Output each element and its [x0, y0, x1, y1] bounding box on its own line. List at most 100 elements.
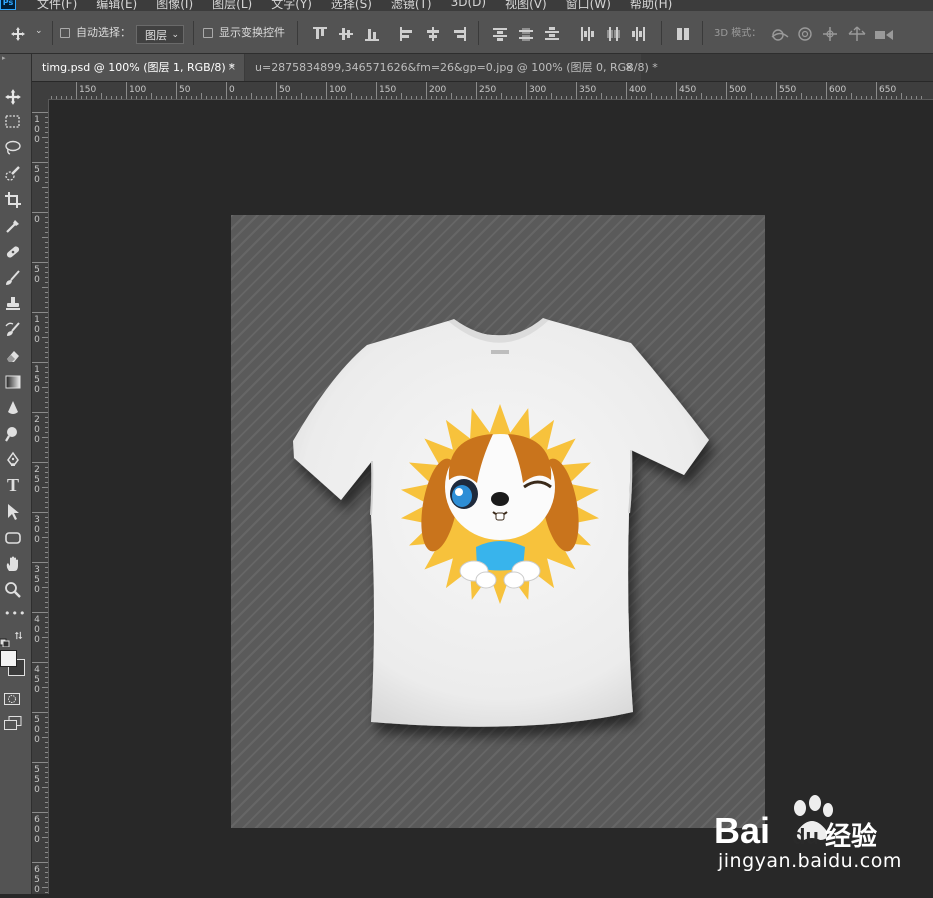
distribute-vcenter-icon[interactable]: [519, 27, 533, 41]
ruler-minor-tick: [42, 737, 48, 738]
distribute-left-icon[interactable]: [580, 27, 594, 41]
ruler-minor-tick: [836, 96, 837, 99]
3d-slide-icon[interactable]: [848, 26, 866, 46]
history-brush-tool[interactable]: [0, 319, 31, 339]
ruler-minor-tick: [45, 672, 48, 673]
ruler-minor-tick: [886, 96, 887, 99]
ruler-minor-tick: [91, 96, 92, 99]
swap-colors-icon[interactable]: ⮁: [14, 631, 22, 642]
menu-item[interactable]: 选择(S): [331, 0, 372, 11]
ruler-minor-tick: [45, 242, 48, 243]
distribute-hcenter-icon[interactable]: [606, 27, 620, 41]
align-left-icon[interactable]: [400, 27, 414, 41]
menu-item[interactable]: 3D(D): [451, 0, 486, 11]
pen-tool[interactable]: [0, 449, 31, 469]
auto-select-checkbox[interactable]: 自动选择：: [60, 24, 131, 40]
3d-orbit-icon[interactable]: [770, 27, 790, 46]
ruler-minor-tick: [806, 96, 807, 99]
close-icon[interactable]: ×: [228, 54, 236, 81]
menu-item[interactable]: 文件(F): [37, 0, 77, 11]
align-vcenter-icon[interactable]: [339, 27, 353, 41]
auto-align-icon[interactable]: [676, 27, 690, 41]
distribute-bottom-icon[interactable]: [545, 27, 559, 41]
show-transform-checkbox[interactable]: 显示变换控件: [203, 24, 285, 40]
tab-timg-psd[interactable]: timg.psd @ 100% (图层 1, RGB/8) * ×: [32, 54, 244, 81]
healing-brush-tool[interactable]: [0, 241, 31, 261]
ruler-tick: [826, 82, 827, 99]
path-select-tool[interactable]: [0, 501, 31, 521]
ruler-minor-tick: [631, 96, 632, 99]
ruler-minor-tick: [45, 717, 48, 718]
ruler-minor-tick: [231, 96, 232, 99]
ruler-label: 150: [79, 85, 97, 95]
menu-item[interactable]: 窗口(W): [566, 0, 611, 11]
menu-item[interactable]: 文字(Y): [271, 0, 312, 11]
zoom-tool[interactable]: [0, 579, 31, 599]
lasso-tool[interactable]: [0, 137, 31, 157]
ruler-minor-tick: [356, 96, 357, 99]
gradient-tool[interactable]: [0, 371, 31, 391]
eraser-tool[interactable]: [0, 345, 31, 365]
move-icon[interactable]: [10, 26, 26, 46]
panel-collapse-icon[interactable]: ▸: [2, 54, 6, 62]
blur-tool[interactable]: [0, 397, 31, 417]
close-icon[interactable]: ×: [625, 54, 633, 81]
document-tab-bar: timg.psd @ 100% (图层 1, RGB/8) * × u=2875…: [32, 54, 933, 81]
ruler-tick: [876, 82, 877, 99]
ruler-minor-tick: [901, 93, 902, 99]
menu-item[interactable]: 图层(L): [212, 0, 252, 11]
clone-stamp-tool[interactable]: [0, 293, 31, 313]
ruler-minor-tick: [821, 96, 822, 99]
quick-mask-icon[interactable]: [4, 690, 20, 709]
ruler-minor-tick: [191, 96, 192, 99]
menu-item[interactable]: 帮助(H): [630, 0, 672, 11]
ruler-minor-tick: [45, 197, 48, 198]
align-hcenter-icon[interactable]: [426, 27, 440, 41]
crop-tool[interactable]: [0, 189, 31, 209]
distribute-right-icon[interactable]: [632, 27, 646, 41]
ruler-minor-tick: [611, 96, 612, 99]
eyedropper-tool[interactable]: [0, 215, 31, 235]
ruler-minor-tick: [906, 96, 907, 99]
ruler-minor-tick: [706, 96, 707, 99]
ruler-minor-tick: [301, 93, 302, 99]
dodge-tool[interactable]: [0, 423, 31, 443]
hand-tool[interactable]: [0, 553, 31, 573]
ruler-minor-tick: [341, 96, 342, 99]
align-top-icon[interactable]: [313, 27, 327, 41]
ruler-label: 350: [34, 565, 40, 595]
foreground-color-swatch[interactable]: [0, 650, 17, 667]
menu-item[interactable]: 编辑(E): [96, 0, 137, 11]
move-tool[interactable]: [0, 86, 31, 106]
ruler-minor-tick: [45, 177, 48, 178]
distribute-top-icon[interactable]: [493, 27, 507, 41]
more-tools[interactable]: •••: [0, 607, 31, 627]
align-bottom-icon[interactable]: [365, 27, 379, 41]
ruler-minor-tick: [42, 887, 48, 888]
default-colors-icon[interactable]: [0, 632, 10, 651]
3d-pan-icon[interactable]: [822, 26, 838, 46]
3d-scale-icon[interactable]: [874, 27, 894, 46]
3d-mode-label: 3D 模式：: [714, 28, 762, 39]
auto-select-dropdown[interactable]: 图层 ⌄: [136, 25, 184, 44]
ruler-label: 200: [34, 415, 40, 445]
quick-select-tool[interactable]: [0, 163, 31, 183]
tab-jpg-document[interactable]: u=2875834899,346571626&fm=26&gp=0.jpg @ …: [245, 54, 658, 81]
ruler-minor-tick: [236, 96, 237, 99]
brush-tool[interactable]: [0, 267, 31, 287]
ruler-minor-tick: [506, 96, 507, 99]
type-tool[interactable]: T: [0, 475, 31, 495]
shape-tool[interactable]: [0, 527, 31, 547]
marquee-tool[interactable]: [0, 111, 31, 131]
menu-item[interactable]: 滤镜(T): [391, 0, 432, 11]
align-right-icon[interactable]: [452, 27, 466, 41]
screen-mode-icon[interactable]: [4, 715, 22, 734]
menu-item[interactable]: 图像(I): [156, 0, 193, 11]
ruler-minor-tick: [45, 347, 48, 348]
document-canvas[interactable]: [231, 215, 765, 828]
ruler-minor-tick: [911, 96, 912, 99]
3d-roll-icon[interactable]: [797, 26, 813, 46]
ruler-label: 250: [479, 85, 497, 95]
tool-preset-chevron-icon[interactable]: ⌄: [35, 26, 43, 36]
menu-item[interactable]: 视图(V): [505, 0, 547, 11]
